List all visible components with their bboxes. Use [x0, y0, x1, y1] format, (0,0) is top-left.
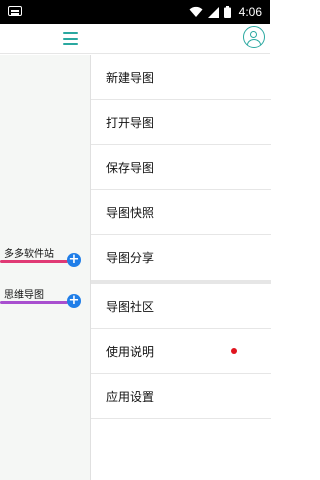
menu-item-label: 应用设置: [106, 390, 155, 404]
menu-item-label: 打开导图: [106, 116, 155, 130]
menu-item-instructions[interactable]: 使用说明: [91, 329, 271, 374]
node-connector-line: [0, 260, 68, 263]
keyboard-icon: [8, 6, 22, 16]
status-bar: 4:06: [0, 0, 270, 24]
node-label: 多多软件站: [4, 249, 54, 260]
mind-map-canvas[interactable]: 多多软件站 + 思维导图 +: [0, 55, 90, 480]
menu-item-new-map[interactable]: 新建导图: [91, 55, 271, 100]
menu-item-open-map[interactable]: 打开导图: [91, 100, 271, 145]
wifi-icon: [189, 6, 203, 17]
menu-item-community[interactable]: 导图社区: [91, 284, 271, 329]
app-bar: [0, 24, 270, 54]
battery-icon: [223, 6, 231, 18]
node-label: 思维导图: [4, 290, 44, 301]
user-icon[interactable]: [243, 26, 265, 48]
side-drawer-menu: 新建导图 打开导图 保存导图 导图快照 导图分享 导图社区 使用说明 应用设置: [90, 55, 271, 480]
menu-item-label: 导图分享: [106, 251, 155, 265]
signal-icon: [207, 6, 219, 18]
status-time: 4:06: [238, 5, 262, 19]
menu-item-label: 导图社区: [106, 300, 155, 314]
add-node-button[interactable]: +: [67, 253, 81, 267]
status-icons: 4:06: [189, 3, 262, 21]
menu-item-label: 导图快照: [106, 206, 155, 220]
menu-item-save-map[interactable]: 保存导图: [91, 145, 271, 190]
menu-item-label: 保存导图: [106, 161, 155, 175]
menu-item-settings[interactable]: 应用设置: [91, 374, 271, 419]
notification-dot: [231, 348, 237, 354]
menu-item-label: 新建导图: [106, 71, 155, 85]
menu-item-map-snapshot[interactable]: 导图快照: [91, 190, 271, 235]
menu-item-share-map[interactable]: 导图分享: [91, 235, 271, 280]
menu-icon[interactable]: [63, 32, 78, 45]
menu-item-label: 使用说明: [106, 345, 155, 359]
node-connector-line: [0, 301, 68, 304]
add-node-button[interactable]: +: [67, 294, 81, 308]
